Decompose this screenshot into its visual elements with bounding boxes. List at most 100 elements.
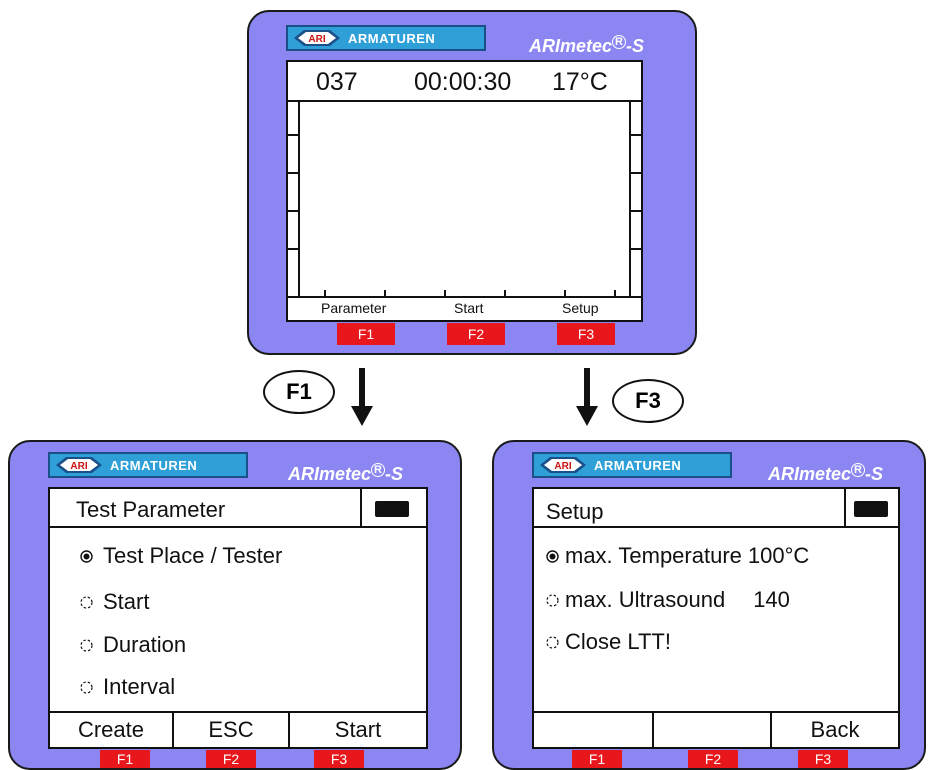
brand-name: ARImetec R -S xyxy=(768,463,883,484)
setting-value: 140 xyxy=(753,587,790,612)
tick xyxy=(288,248,298,250)
tick xyxy=(444,290,446,298)
ari-diamond-icon: ARI xyxy=(294,30,340,46)
radio-unselected-icon xyxy=(80,680,93,694)
softkey-esc[interactable]: ESC xyxy=(174,717,288,743)
down-arrow-icon xyxy=(351,368,373,426)
header-divider xyxy=(50,526,426,528)
tick xyxy=(324,290,326,298)
setting-label: max. Temperature xyxy=(565,543,742,568)
softkey-1[interactable] xyxy=(534,717,652,743)
down-arrow-icon xyxy=(576,368,598,426)
tick xyxy=(631,248,641,250)
softkey-start[interactable]: Start xyxy=(454,300,484,316)
header-divider xyxy=(534,526,898,528)
top-device: ARI ARMATUREN ARImetec R -S 037 00:00:30 1… xyxy=(247,10,697,355)
logo-company: ARMATUREN xyxy=(110,457,198,473)
battery-divider xyxy=(360,489,362,527)
radio-selected-icon xyxy=(546,549,559,563)
registered-mark: R xyxy=(851,463,865,477)
top-screen: 037 00:00:30 17°C Parameter Start Setup xyxy=(286,60,643,322)
f1-key[interactable]: F1 xyxy=(100,750,150,768)
brand-name: ARImetec R -S xyxy=(288,463,403,484)
tick xyxy=(288,172,298,174)
left-screen: Test Parameter Test Place / Tester Start… xyxy=(48,487,428,749)
menu-item-label: Start xyxy=(103,589,150,614)
time-readout: 00:00:30 xyxy=(414,68,512,96)
softkey-parameter[interactable]: Parameter xyxy=(321,300,386,316)
radio-unselected-icon xyxy=(80,595,93,609)
tick xyxy=(631,172,641,174)
menu-item-label: Duration xyxy=(103,632,187,657)
arrow-label-f3: F3 xyxy=(612,379,684,423)
temperature-readout: 17°C xyxy=(552,68,608,96)
ari-diamond-icon: ARI xyxy=(540,457,586,473)
ari-logo: ARI ARMATUREN xyxy=(532,452,732,478)
softkey-start[interactable]: Start xyxy=(290,717,426,743)
battery-divider xyxy=(844,489,846,527)
menu-item-label: Test Place / Tester xyxy=(103,543,283,568)
softkey-back[interactable]: Back xyxy=(772,717,898,743)
brand-name: ARImetec R -S xyxy=(529,35,644,56)
logo-mark: ARI xyxy=(554,461,571,472)
setting-label: Close LTT! xyxy=(565,629,671,654)
right-device: ARI ARMATUREN ARImetec R -S Setup max. Tem… xyxy=(492,440,926,770)
ari-diamond-icon: ARI xyxy=(56,457,102,473)
logo-company: ARMATUREN xyxy=(594,457,682,473)
bottom-axis xyxy=(288,296,641,298)
menu-item-test-place[interactable]: Test Place / Tester xyxy=(80,543,282,569)
setting-label: max. Ultrasound xyxy=(565,587,726,612)
left-axis xyxy=(298,100,300,298)
battery-icon xyxy=(375,501,409,517)
tick xyxy=(384,290,386,298)
screen-title: Test Parameter xyxy=(76,497,226,522)
tick xyxy=(504,290,506,298)
f1-key[interactable]: F1 xyxy=(572,750,622,768)
setting-value: 100°C xyxy=(747,543,810,568)
arrow-label-f1: F1 xyxy=(263,370,335,414)
softkey-divider xyxy=(50,711,426,713)
f3-key[interactable]: F3 xyxy=(557,323,615,345)
f3-key[interactable]: F3 xyxy=(314,750,364,768)
logo-mark: ARI xyxy=(308,34,325,45)
f3-key[interactable]: F3 xyxy=(798,750,848,768)
right-axis xyxy=(629,100,631,298)
tick xyxy=(631,134,641,136)
menu-item-duration[interactable]: Duration xyxy=(80,632,186,658)
tick xyxy=(564,290,566,298)
tick xyxy=(631,210,641,212)
screen-title: Setup xyxy=(546,499,604,524)
f2-key[interactable]: F2 xyxy=(206,750,256,768)
tick xyxy=(288,210,298,212)
softkey-setup[interactable]: Setup xyxy=(562,300,599,316)
ari-logo: ARI ARMATUREN xyxy=(286,25,486,51)
menu-item-interval[interactable]: Interval xyxy=(80,674,175,700)
softkey-create[interactable]: Create xyxy=(50,717,172,743)
registered-mark: R xyxy=(612,35,626,49)
setting-max-temperature[interactable]: max. Temperature 100°C xyxy=(546,543,809,569)
logo-company: ARMATUREN xyxy=(348,30,436,46)
menu-item-start[interactable]: Start xyxy=(80,589,149,615)
radio-selected-icon xyxy=(80,549,93,563)
f2-key[interactable]: F2 xyxy=(447,323,505,345)
menu-item-label: Interval xyxy=(103,674,176,699)
logo-mark: ARI xyxy=(70,461,87,472)
registered-mark: R xyxy=(371,463,385,477)
tick xyxy=(288,134,298,136)
counter-readout: 037 xyxy=(316,68,358,96)
f1-key[interactable]: F1 xyxy=(337,323,395,345)
f2-key[interactable]: F2 xyxy=(688,750,738,768)
left-device: ARI ARMATUREN ARImetec R -S Test Parameter… xyxy=(8,440,462,770)
setting-close-ltt[interactable]: Close LTT! xyxy=(546,629,671,655)
radio-unselected-icon xyxy=(546,635,559,649)
softkey-divider xyxy=(534,711,898,713)
battery-icon xyxy=(854,501,888,517)
header-divider xyxy=(288,100,641,102)
radio-unselected-icon xyxy=(546,593,559,607)
softkey-2[interactable] xyxy=(654,717,770,743)
tick xyxy=(614,290,616,298)
setting-max-ultrasound[interactable]: max. Ultrasound 140 xyxy=(546,587,790,613)
right-screen: Setup max. Temperature 100°C max. Ultras… xyxy=(532,487,900,749)
radio-unselected-icon xyxy=(80,638,93,652)
ari-logo: ARI ARMATUREN xyxy=(48,452,248,478)
